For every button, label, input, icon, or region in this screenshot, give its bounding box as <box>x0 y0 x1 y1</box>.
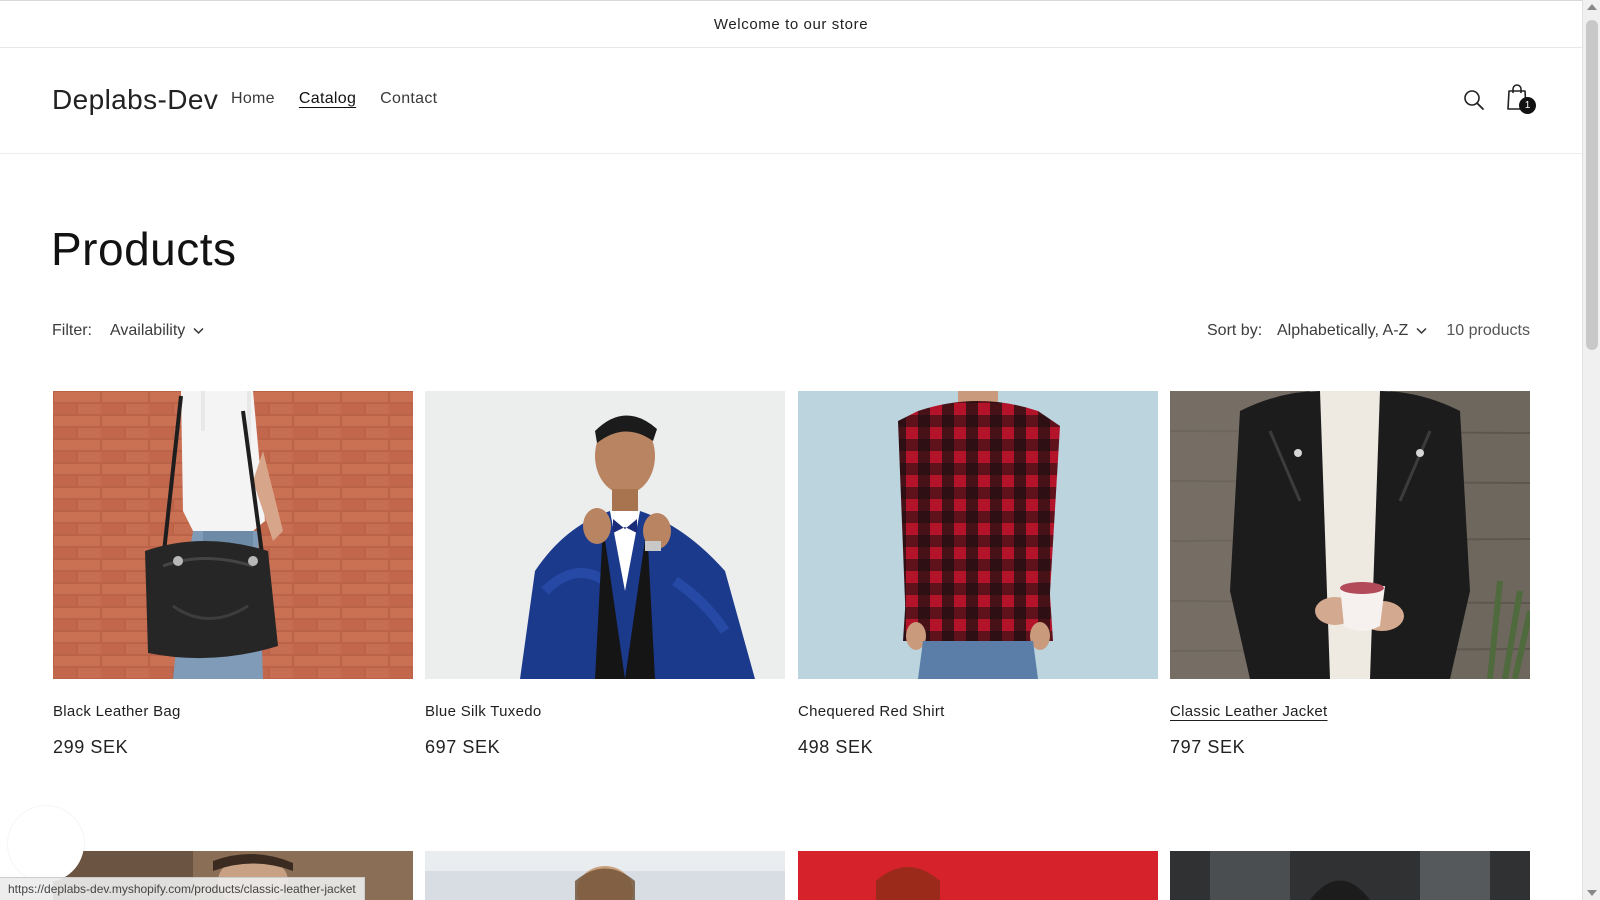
product-image-black-leather-bag[interactable] <box>53 391 413 679</box>
product-price: 299 SEK <box>53 737 129 757</box>
product-image[interactable] <box>1170 851 1530 900</box>
cart-button[interactable]: 1 <box>1501 80 1536 114</box>
floating-chat-bubble[interactable] <box>8 806 84 882</box>
scroll-thumb[interactable] <box>1586 20 1598 350</box>
product-card[interactable]: Classic Leather Jacket 797 SEK <box>1170 391 1530 757</box>
scroll-up-arrow-icon[interactable] <box>1587 4 1597 10</box>
product-price: 797 SEK <box>1170 737 1246 757</box>
announcement-bar: Welcome to our store <box>0 0 1582 48</box>
chevron-down-icon <box>193 327 204 335</box>
search-icon <box>1464 90 1484 110</box>
product-image-chequered-red-shirt[interactable] <box>798 391 1158 679</box>
cart-count-badge: 1 <box>1519 97 1536 114</box>
product-image[interactable] <box>425 851 785 900</box>
main-nav: Home Catalog Contact <box>231 90 437 108</box>
sort-value: Alphabetically, A-Z <box>1277 322 1409 339</box>
product-title[interactable]: Classic Leather Jacket <box>1170 703 1328 720</box>
chevron-down-icon <box>1416 327 1427 335</box>
search-button[interactable] <box>1457 83 1491 117</box>
collection-facets: Filter: Availability Sort by: Alphabetic… <box>52 322 1530 346</box>
product-card[interactable]: Chequered Red Shirt 498 SEK <box>798 391 1158 757</box>
product-image-classic-leather-jacket[interactable] <box>1170 391 1530 679</box>
page-title: Products <box>51 223 237 275</box>
scroll-down-arrow-icon[interactable] <box>1587 890 1597 896</box>
product-price: 498 SEK <box>798 737 874 757</box>
nav-home[interactable]: Home <box>231 90 275 108</box>
filter-label: Filter: <box>52 322 92 339</box>
product-count: 10 products <box>1446 322 1530 339</box>
product-image-blue-silk-tuxedo[interactable] <box>425 391 785 679</box>
page-scrollbar[interactable] <box>1582 0 1600 900</box>
product-price: 697 SEK <box>425 737 501 757</box>
product-title[interactable]: Blue Silk Tuxedo <box>425 703 542 720</box>
filter-value: Availability <box>110 322 186 339</box>
nav-catalog[interactable]: Catalog <box>299 90 356 108</box>
site-header: Deplabs-Dev Home Catalog Contact 1 <box>0 48 1582 154</box>
availability-filter-dropdown[interactable]: Availability <box>110 322 204 340</box>
product-title[interactable]: Chequered Red Shirt <box>798 703 945 720</box>
product-card[interactable]: Blue Silk Tuxedo 697 SEK <box>425 391 785 757</box>
store-logo[interactable]: Deplabs-Dev <box>52 84 218 116</box>
announcement-text: Welcome to our store <box>713 15 869 33</box>
product-title[interactable]: Black Leather Bag <box>53 703 181 720</box>
sort-label: Sort by: <box>1207 322 1263 339</box>
browser-status-url: https://deplabs-dev.myshopify.com/produc… <box>0 877 365 900</box>
product-card[interactable]: Black Leather Bag 299 SEK <box>53 391 413 757</box>
sort-by-dropdown[interactable]: Alphabetically, A-Z <box>1277 322 1427 340</box>
nav-contact[interactable]: Contact <box>380 90 437 108</box>
product-image[interactable] <box>798 851 1158 900</box>
